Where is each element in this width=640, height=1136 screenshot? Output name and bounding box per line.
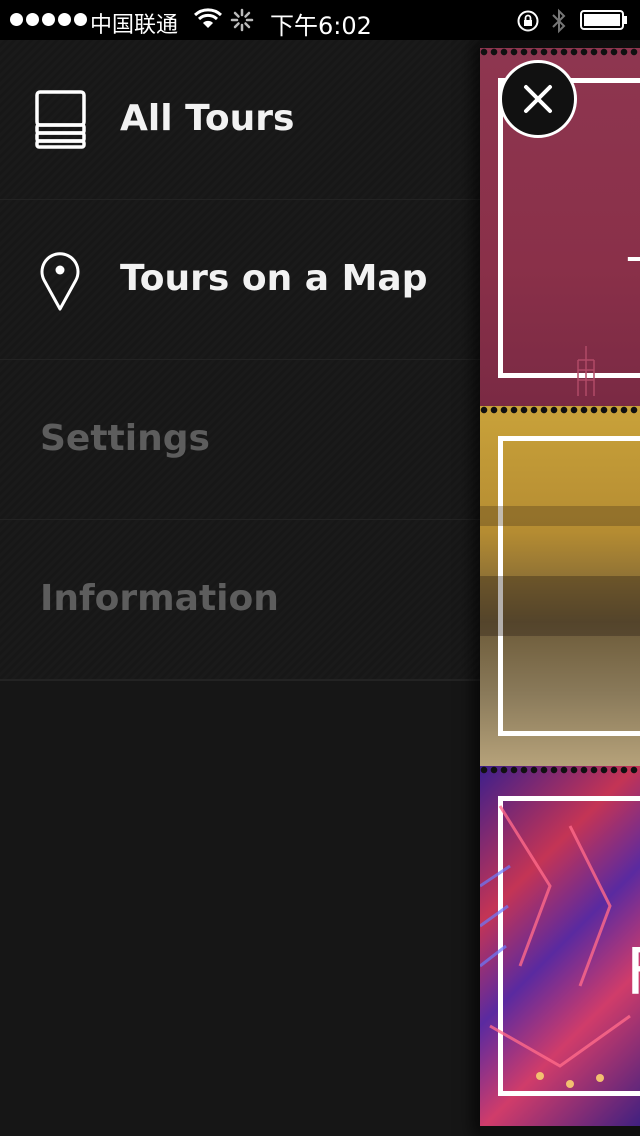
menu-item-information[interactable]: Information <box>0 520 480 681</box>
stack-icon <box>35 90 86 149</box>
activity-spinner-icon <box>230 8 254 32</box>
status-bar: 中国联通 下午6:02 <box>0 0 640 40</box>
neon-sign-pattern <box>480 805 631 1088</box>
tour-card[interactable] <box>480 406 640 766</box>
side-menu: All Tours Tours on a Map Settings Inform… <box>0 40 480 1136</box>
card-title-fragment: F <box>626 936 640 1010</box>
bluetooth-icon <box>552 8 566 34</box>
clock: 下午6:02 <box>270 12 372 40</box>
card-perforation <box>480 48 640 56</box>
battery-icon <box>580 10 627 30</box>
close-menu-button[interactable] <box>499 60 577 138</box>
card-perforation <box>480 406 640 414</box>
menu-item-label: All Tours <box>120 98 295 139</box>
carrier-name: 中国联通 <box>90 13 179 38</box>
card-title-fragment: T <box>628 248 640 304</box>
menu-item-all-tours[interactable]: All Tours <box>0 40 480 201</box>
wifi-icon <box>194 8 222 28</box>
tour-list-pane: T F <box>480 40 640 1136</box>
map-pin-icon <box>40 252 80 311</box>
tower-silhouette <box>577 346 595 396</box>
terminal-balcony <box>480 506 640 526</box>
menu-item-label: Tours on a Map <box>120 258 428 299</box>
menu-item-tours-on-a-map[interactable]: Tours on a Map <box>0 200 480 361</box>
terminal-crowd <box>480 576 640 636</box>
menu-item-label: Information <box>40 578 279 619</box>
menu-item-settings[interactable]: Settings <box>0 360 480 521</box>
tour-card[interactable]: F <box>480 766 640 1126</box>
menu-item-label: Settings <box>40 418 210 459</box>
signal-strength-icon <box>10 13 87 26</box>
rotation-lock-icon <box>517 10 539 32</box>
close-icon <box>524 85 552 113</box>
